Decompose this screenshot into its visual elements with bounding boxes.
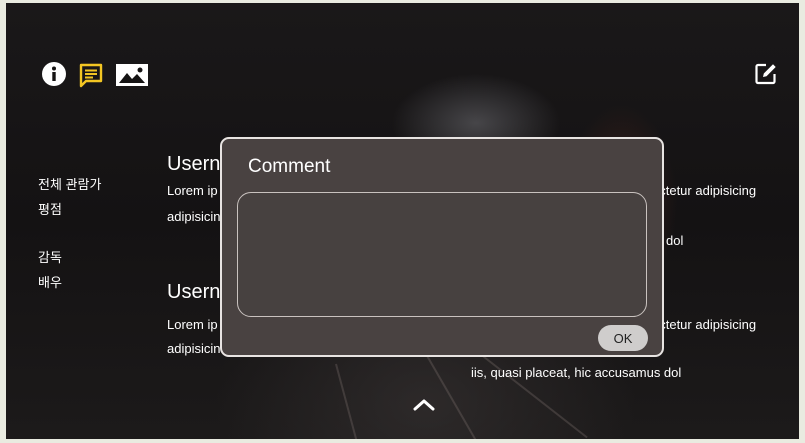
review-text-line: dol [666,233,684,248]
ok-button[interactable]: OK [598,325,648,351]
comment-dialog-title: Comment [248,156,331,177]
comment-input[interactable] [237,192,647,317]
age-rating-label: 전체 관람가 [38,177,102,192]
image-icon[interactable] [116,64,148,86]
review-text-line: adipisicin [167,341,221,356]
rating-label: 평점 [38,202,62,217]
director-label: 감독 [38,250,62,265]
review-text-line: Lorem ip [167,317,218,332]
review-text-line: ectetur adipisicing [652,183,757,198]
comment-icon[interactable] [78,62,104,88]
movie-credits-sidebar: 감독 배우 [38,245,62,295]
background-rail [335,363,361,439]
edit-icon[interactable] [754,62,778,86]
review-username: Usern [167,281,221,303]
movie-info-sidebar: 전체 관람가 평점 [38,172,101,222]
review-username: Usern [167,153,221,175]
movie-detail-screen: 전체 관람가 평점 감독 배우 Usern Lorem ip adipisici… [6,3,799,439]
info-icon[interactable] [41,61,67,87]
review-text-line: ectetur adipisicing [652,317,757,332]
actor-label: 배우 [38,275,62,290]
review-text-line: adipisicin [167,209,221,224]
chevron-up-icon[interactable] [412,397,436,413]
review-text-line: iis, quasi placeat, hic accusamus dol [471,365,682,380]
review-text-line: Lorem ip [167,183,218,198]
comment-dialog: Comment OK [220,137,664,357]
